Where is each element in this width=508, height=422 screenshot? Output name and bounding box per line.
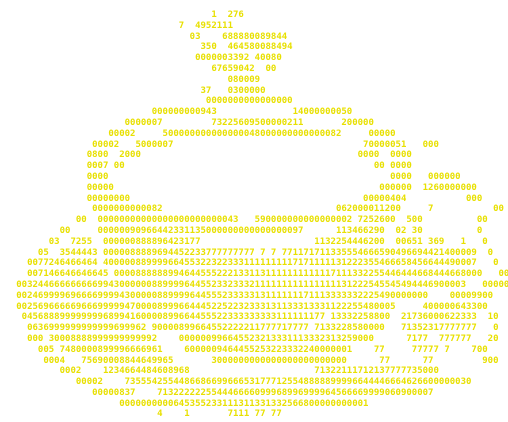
ascii-art-line: 007146646646645 000088888899464455522213…	[0, 269, 508, 280]
ascii-art-line: 0456888999999996899416000089966445552233…	[0, 312, 499, 323]
ascii-art-line: 0025696666696669999947000089996644452252…	[0, 301, 488, 312]
ascii-art-line: 350 464580088494	[0, 42, 293, 53]
ascii-art-line: 00002 5000007 70000051 000	[0, 139, 439, 150]
ascii-art-line: 7 4952111	[0, 20, 233, 31]
ascii-art-line: 1 276	[0, 10, 244, 20]
ascii-art-line: 00000837 7132222225544466660999689969999…	[0, 387, 434, 398]
ascii-art-line: 03 7255 000000888896423177 1132254446200…	[0, 236, 488, 247]
ascii-art-line: 00000000 00000404 000	[0, 193, 483, 204]
ascii-art-line: 05 3544443 0000088889694452233777777777 …	[0, 247, 494, 258]
ascii-art-line: 0000000000000000	[0, 96, 293, 107]
ascii-art-line: 0007 00 00 0000	[0, 161, 412, 172]
ascii-art-line: 000 30008888999999999992 000000996645523…	[0, 333, 499, 344]
ascii-art-line: 00002 500000000000000048000000000000082 …	[0, 128, 396, 139]
ascii-art-line: 03 688880089844	[0, 31, 288, 42]
ascii-art-line: 0000 0000 000000	[0, 171, 461, 182]
ascii-art: 1 276 7 4952111 03 688880089844 350 4645…	[0, 10, 508, 420]
ascii-art-line: 0000000000082 062000011200 7 00	[0, 204, 504, 215]
ascii-art-line: 0800 2000 0000 0000	[0, 150, 412, 161]
ascii-art-line: 000000000943 14000000050	[0, 107, 353, 118]
ascii-art-line: 0000007 73225609500000211 200000	[0, 117, 374, 128]
ascii-art-line: 0002 1234664484608968 713221117121377777…	[0, 366, 439, 377]
ascii-art-line: 0077246466464 40000088999966455322322333…	[0, 258, 499, 269]
ascii-art-line: 00 0000009096644233113500000000000000009…	[0, 225, 483, 236]
ascii-art-line: 0032446666666669943000000889999644552332…	[0, 279, 508, 290]
ascii-art-line: 00002 7355542554486686699666531777125548…	[0, 377, 472, 388]
ascii-art-line: 0004 75690008844649965 30000000000000000…	[0, 355, 499, 366]
ascii-art-line: 37 0300000	[0, 85, 266, 96]
ascii-art-line: 0000000000645355233111311331332566800000…	[0, 398, 369, 409]
ascii-art-line: 0636999999999999699962 90000899664552222…	[0, 323, 499, 334]
ascii-art-line: 00 00000000000000000000000043 5900000000…	[0, 215, 488, 226]
ascii-art-line: 4 1 7111 77 77	[0, 409, 282, 420]
ascii-art-line: 0024699996966669999430000088999964455523…	[0, 290, 494, 301]
ascii-art-line: 005 7480000899996666961 6000009464455253…	[0, 344, 488, 355]
ascii-art-line: 00000 000000 1260000000	[0, 182, 477, 193]
ascii-art-line: 0000003392 40080	[0, 53, 282, 64]
ascii-art-line: 080009	[0, 74, 261, 85]
ascii-art-line: 67659042 00	[0, 63, 277, 74]
